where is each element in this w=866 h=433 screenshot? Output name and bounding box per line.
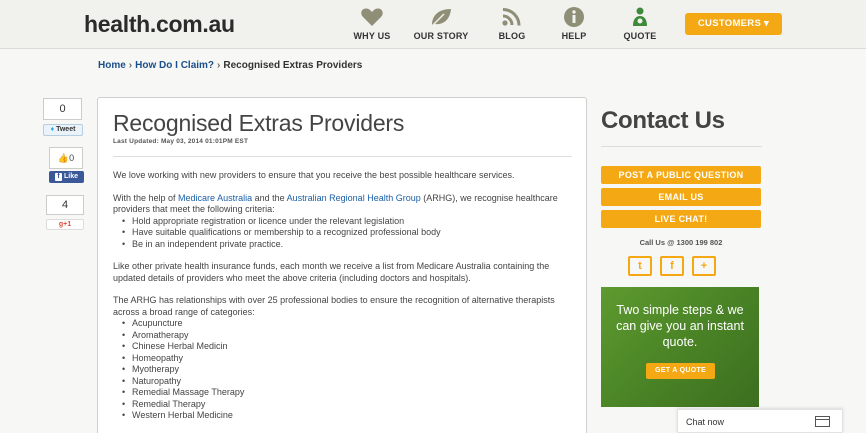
- breadcrumb-separator: ›: [128, 60, 133, 71]
- medicare-australia-link[interactable]: Medicare Australia: [178, 193, 252, 203]
- leaf-icon: [431, 9, 451, 27]
- heart-icon: [361, 8, 383, 26]
- last-updated: Last Updated: May 03, 2014 01:01PM EST: [113, 138, 249, 145]
- categories-list: Acupuncture Aromatherapy Chinese Herbal …: [113, 318, 578, 422]
- nav-label: BLOG: [498, 31, 526, 41]
- intro-paragraph: We love working with new providers to en…: [113, 170, 515, 180]
- tweet-button[interactable]: ♦ Tweet: [43, 124, 83, 136]
- customers-dropdown-button[interactable]: CUSTOMERS ▾: [685, 13, 782, 35]
- plus-icon[interactable]: +: [692, 256, 716, 276]
- list-item: Myotherapy: [113, 364, 578, 376]
- nav-blog[interactable]: BLOG: [477, 6, 547, 41]
- info-icon: [564, 7, 584, 27]
- facebook-icon: f: [55, 173, 63, 181]
- like-count: 👍0: [49, 147, 83, 169]
- promo-text: Two simple steps & we can give you an in…: [616, 303, 744, 349]
- twitter-icon[interactable]: t: [628, 256, 652, 276]
- nav-quote[interactable]: QUOTE: [605, 6, 675, 41]
- list-item: Homeopathy: [113, 353, 578, 365]
- divider: [601, 146, 762, 147]
- like-count-value: 0: [69, 153, 75, 163]
- list-item: Remedial Massage Therapy: [113, 387, 578, 399]
- article-body: We love working with new providers to en…: [113, 170, 578, 433]
- nav-label: WHY US: [353, 31, 391, 41]
- facebook-like-button[interactable]: f Like: [49, 171, 84, 183]
- like-widget: 👍0 f Like: [49, 147, 84, 183]
- tweet-label: Tweet: [56, 126, 76, 133]
- contact-us-heading: Contact Us: [601, 107, 725, 134]
- gplus-button[interactable]: g+1: [46, 219, 84, 230]
- article-card: Recognised Extras Providers Last Updated…: [97, 97, 587, 433]
- breadcrumb-how-do-i-claim[interactable]: How Do I Claim?: [135, 60, 214, 71]
- criteria-paragraph: With the help of Medicare Australia and …: [113, 193, 578, 216]
- list-item: Be in an independent private practice.: [113, 239, 578, 251]
- nav-label: QUOTE: [623, 31, 657, 41]
- breadcrumb: Home › How Do I Claim? › Recognised Extras P…: [98, 60, 362, 71]
- criteria-list: Hold appropriate registration or licence…: [113, 216, 578, 251]
- tweet-widget: 0 ♦ Tweet: [43, 98, 83, 136]
- divider: [113, 156, 572, 157]
- gplus-widget: 4 g+1: [46, 195, 84, 230]
- twitter-bird-icon: ♦: [50, 126, 55, 133]
- chat-window-icon[interactable]: [815, 416, 830, 427]
- medicare-paragraph: Like other private health insurance fund…: [113, 261, 550, 283]
- post-public-question-button[interactable]: POST A PUBLIC QUESTION: [601, 166, 761, 184]
- list-item: Remedial Therapy: [113, 399, 578, 411]
- arhg-paragraph: The ARHG has relationships with over 25 …: [113, 295, 555, 317]
- like-label: Like: [63, 173, 78, 180]
- live-chat-button[interactable]: LIVE CHAT!: [601, 210, 761, 228]
- gplus-label: +1: [63, 221, 72, 228]
- text-span: and the: [252, 192, 287, 203]
- quote-promo-banner: Two simple steps & we can give you an in…: [601, 287, 759, 407]
- breadcrumb-home[interactable]: Home: [98, 60, 126, 71]
- site-logo[interactable]: health.com.au: [84, 11, 235, 38]
- list-item: Aromatherapy: [113, 330, 578, 342]
- call-us-text: Call Us @ 1300 199 802: [639, 238, 723, 247]
- list-item: Acupuncture: [113, 318, 578, 330]
- email-us-button[interactable]: EMAIL US: [601, 188, 761, 206]
- list-item: Have suitable qualifications or membersh…: [113, 227, 578, 239]
- nav-help[interactable]: HELP: [539, 6, 609, 41]
- nav-why-us[interactable]: WHY US: [337, 6, 407, 41]
- nav-label: HELP: [561, 31, 587, 41]
- facebook-icon[interactable]: f: [660, 256, 684, 276]
- quote-people-icon: [633, 7, 647, 26]
- nav-label: OUR STORY: [413, 31, 469, 41]
- tweet-count: 0: [43, 98, 82, 120]
- arhg-link[interactable]: Australian Regional Health Group: [287, 193, 421, 203]
- breadcrumb-current: Recognised Extras Providers: [223, 60, 363, 71]
- list-item: Chinese Herbal Medicin: [113, 341, 578, 353]
- breadcrumb-separator: ›: [217, 60, 221, 71]
- rss-icon: [502, 8, 521, 26]
- get-a-quote-button[interactable]: GET A QUOTE: [646, 363, 715, 379]
- chat-now-widget[interactable]: Chat now: [677, 409, 843, 433]
- article-title: Recognised Extras Providers: [113, 110, 405, 136]
- list-item: Hold appropriate registration or licence…: [113, 216, 578, 228]
- list-item: Western Herbal Medicine: [113, 410, 578, 422]
- gplus-count: 4: [46, 195, 84, 215]
- list-item: Naturopathy: [113, 376, 578, 388]
- thumbs-up-icon: 👍: [57, 153, 70, 163]
- text-span: With the help of: [113, 192, 179, 203]
- nav-our-story[interactable]: OUR STORY: [406, 6, 476, 41]
- chat-now-label: Chat now: [686, 417, 725, 427]
- site-header: health.com.au WHY US OUR STORY BLOG HELP: [0, 0, 866, 49]
